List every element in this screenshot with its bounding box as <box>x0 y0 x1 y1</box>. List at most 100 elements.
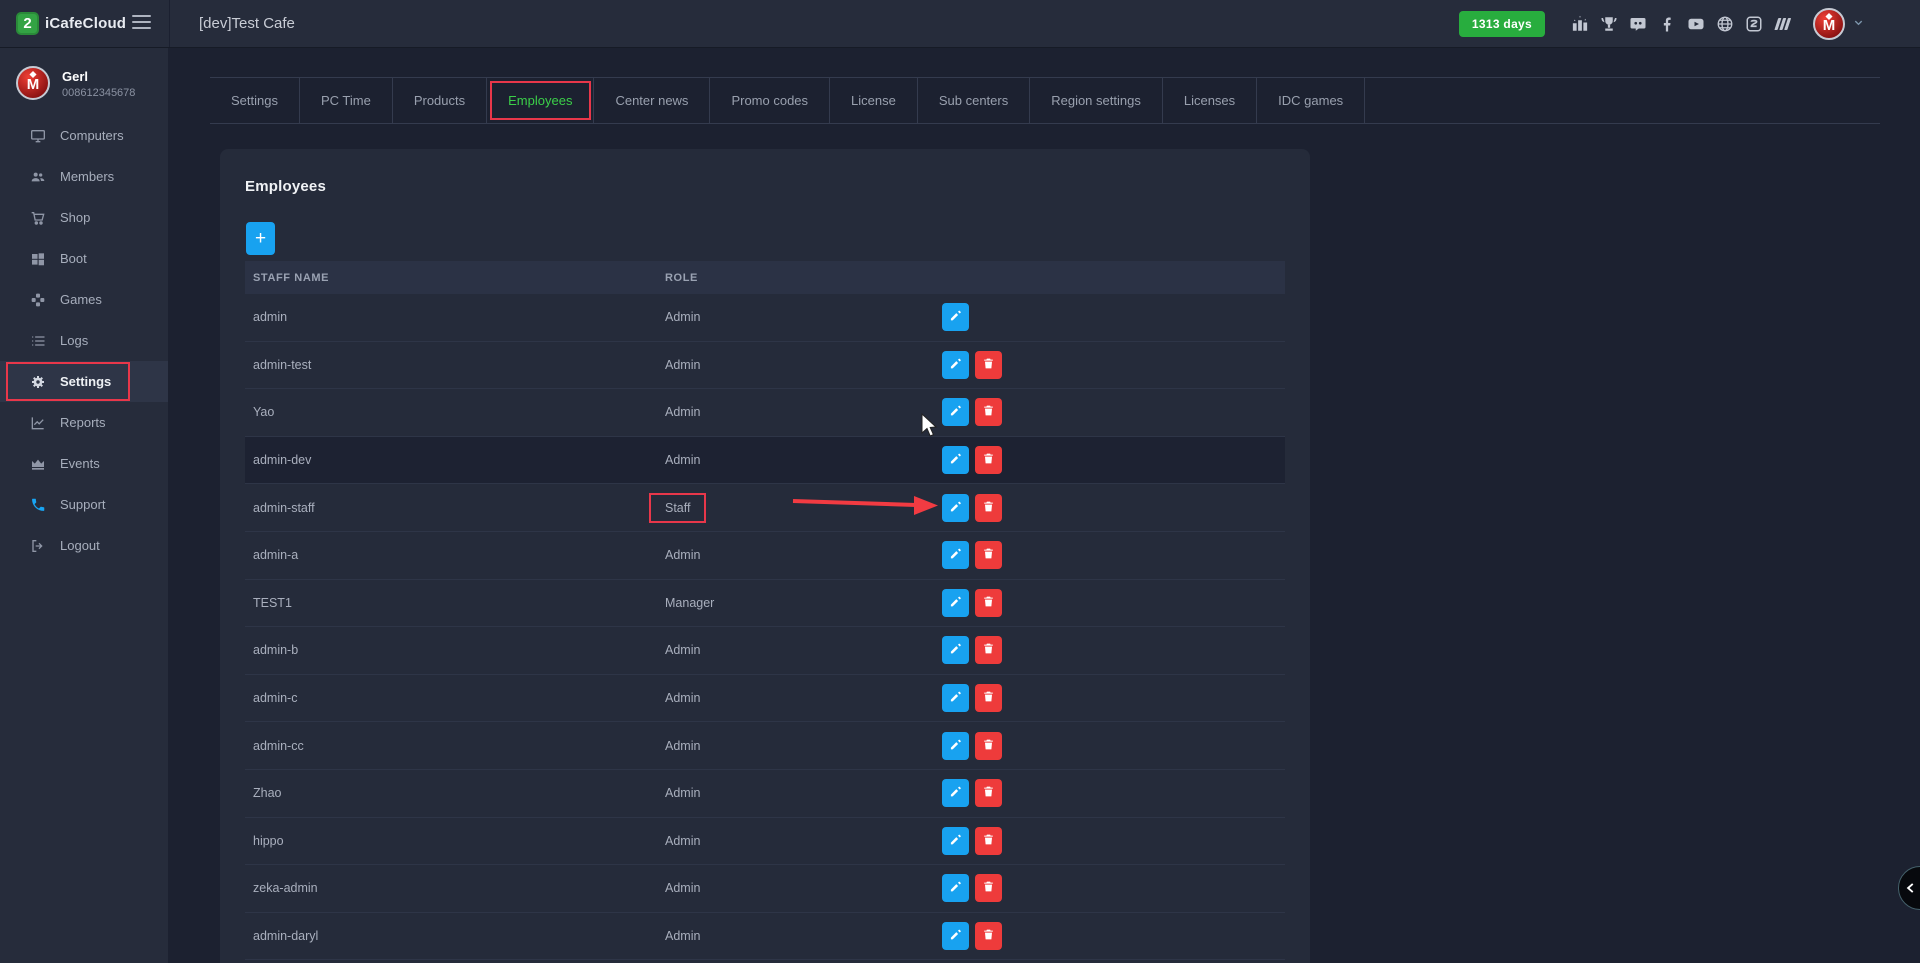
staff-name-cell: admin-a <box>245 548 665 562</box>
days-badge[interactable]: 1313 days <box>1459 11 1545 37</box>
sidebar-item-label: Shop <box>60 210 90 225</box>
edit-employee-button[interactable] <box>942 446 969 474</box>
row-actions <box>942 398 1002 426</box>
employees-card: Employees + STAFF NAME ROLE admin Admin … <box>220 149 1310 963</box>
delete-employee-button[interactable] <box>975 922 1002 950</box>
edit-employee-button[interactable] <box>942 922 969 950</box>
row-actions <box>942 732 1002 760</box>
edit-employee-button[interactable] <box>942 303 969 331</box>
sidebar-item-games[interactable]: Games <box>0 279 168 320</box>
table-row-admin: admin Admin <box>245 294 1285 342</box>
edit-employee-button[interactable] <box>942 541 969 569</box>
edit-employee-button[interactable] <box>942 874 969 902</box>
tab-idc-games[interactable]: IDC games <box>1257 78 1365 123</box>
sidebar-item-label: Reports <box>60 415 106 430</box>
delete-employee-button[interactable] <box>975 589 1002 617</box>
delete-employee-button[interactable] <box>975 398 1002 426</box>
facebook-icon[interactable] <box>1657 14 1676 33</box>
tab-sub-centers[interactable]: Sub centers <box>918 78 1030 123</box>
trash-icon <box>982 452 995 468</box>
tab-region-settings[interactable]: Region settings <box>1030 78 1163 123</box>
delete-employee-button[interactable] <box>975 827 1002 855</box>
pencil-icon <box>949 833 962 849</box>
column-role: ROLE <box>665 272 942 284</box>
row-actions <box>942 636 1002 664</box>
sidebar-item-boot[interactable]: Boot <box>0 238 168 279</box>
sidebar-item-logout[interactable]: Logout <box>0 525 168 566</box>
tab-promo-codes[interactable]: Promo codes <box>710 78 830 123</box>
edit-employee-button[interactable] <box>942 494 969 522</box>
staff-name-cell: admin-daryl <box>245 929 665 943</box>
globe-icon[interactable] <box>1715 14 1734 33</box>
staff-name-cell: admin-c <box>245 691 665 705</box>
youtube-icon[interactable] <box>1686 14 1705 33</box>
chevron-down-icon[interactable] <box>1853 15 1864 33</box>
edit-employee-button[interactable] <box>942 398 969 426</box>
edit-employee-button[interactable] <box>942 732 969 760</box>
delete-employee-button[interactable] <box>975 732 1002 760</box>
sidebar-item-shop[interactable]: Shop <box>0 197 168 238</box>
sidebar-item-settings[interactable]: Settings <box>0 361 168 402</box>
cafe-title: [dev]Test Cafe <box>199 15 295 32</box>
edit-employee-button[interactable] <box>942 779 969 807</box>
sidebar-nav: Computers Members Shop Boot Games Logs S… <box>0 115 168 566</box>
edit-employee-button[interactable] <box>942 351 969 379</box>
sidebar-user[interactable]: M Gerl 008612345678 <box>0 48 168 115</box>
sidebar-item-logs[interactable]: Logs <box>0 320 168 361</box>
edit-employee-button[interactable] <box>942 827 969 855</box>
sidebar-item-reports[interactable]: Reports <box>0 402 168 443</box>
tab-settings[interactable]: Settings <box>210 78 300 123</box>
edit-employee-button[interactable] <box>942 589 969 617</box>
row-actions <box>942 589 1002 617</box>
row-actions <box>942 684 1002 712</box>
hamburger-menu-icon[interactable] <box>132 15 151 33</box>
tab-center-news[interactable]: Center news <box>594 78 710 123</box>
table-row-admin-cc: admin-cc Admin <box>245 722 1285 770</box>
brand[interactable]: 2 iCafeCloud <box>0 0 170 47</box>
table-row-zhao: Zhao Admin <box>245 770 1285 818</box>
sidebar-item-label: Support <box>60 497 106 512</box>
edit-employee-button[interactable] <box>942 684 969 712</box>
topbar-right: 1313 days M <box>1459 8 1920 40</box>
pencil-icon <box>949 928 962 944</box>
pencil-icon <box>949 547 962 563</box>
row-actions <box>942 779 1002 807</box>
delete-employee-button[interactable] <box>975 541 1002 569</box>
tab-products[interactable]: Products <box>393 78 487 123</box>
tab-licenses[interactable]: Licenses <box>1163 78 1257 123</box>
tab-pc-time[interactable]: PC Time <box>300 78 393 123</box>
discord-icon[interactable] <box>1628 14 1647 33</box>
delete-employee-button[interactable] <box>975 446 1002 474</box>
delete-employee-button[interactable] <box>975 636 1002 664</box>
role-cell: Admin <box>665 786 942 800</box>
delete-employee-button[interactable] <box>975 874 1002 902</box>
tab-license[interactable]: License <box>830 78 918 123</box>
trash-icon <box>982 357 995 373</box>
panel-collapse-toggle[interactable] <box>1898 866 1920 910</box>
sidebar-item-events[interactable]: Events <box>0 443 168 484</box>
trash-icon <box>982 880 995 896</box>
table-row-admin-test: admin-test Admin <box>245 342 1285 390</box>
delete-employee-button[interactable] <box>975 351 1002 379</box>
delete-employee-button[interactable] <box>975 684 1002 712</box>
sidebar-item-support[interactable]: Support <box>0 484 168 525</box>
delete-employee-button[interactable] <box>975 779 1002 807</box>
tab-employees[interactable]: Employees <box>487 78 594 123</box>
trophy-icon[interactable] <box>1599 14 1618 33</box>
sidebar-item-computers[interactable]: Computers <box>0 115 168 156</box>
table-row-test1: TEST1 Manager <box>245 580 1285 628</box>
layers-icon[interactable] <box>1773 14 1792 33</box>
sidebar-item-label: Settings <box>60 374 111 389</box>
add-employee-button[interactable]: + <box>246 222 275 255</box>
ranking-icon[interactable] <box>1570 14 1589 33</box>
table-body: admin Admin admin-test Admin Yao Admin <box>245 294 1285 960</box>
user-avatar[interactable]: M <box>1813 8 1845 40</box>
delete-employee-button[interactable] <box>975 494 1002 522</box>
pencil-icon <box>949 357 962 373</box>
staff-name-cell: admin-cc <box>245 739 665 753</box>
sidebar-item-members[interactable]: Members <box>0 156 168 197</box>
role-cell: Admin <box>665 405 942 419</box>
icafe-icon[interactable] <box>1744 14 1763 33</box>
pencil-icon <box>949 690 962 706</box>
edit-employee-button[interactable] <box>942 636 969 664</box>
